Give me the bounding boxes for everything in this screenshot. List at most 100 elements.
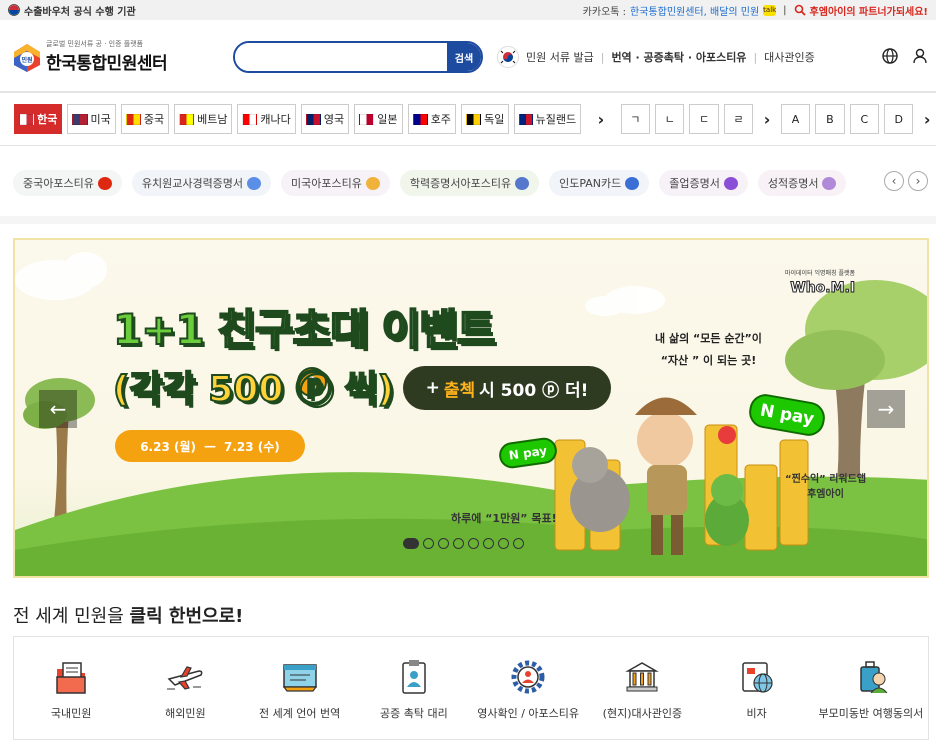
review-line-1: “찐수익” 리워드앱 bbox=[785, 474, 867, 485]
latin-index-button[interactable]: C bbox=[849, 104, 880, 134]
banner-dot[interactable] bbox=[423, 538, 434, 549]
nav-issue-link[interactable]: 민원 서류 발급 bbox=[526, 49, 594, 65]
logo-subtitle: 글로벌 민원서류 공 · 인증 플랫폼 bbox=[46, 40, 144, 48]
country-next-arrow[interactable]: › bbox=[592, 110, 610, 129]
search-button[interactable]: 검색 bbox=[447, 43, 481, 71]
banner-dot[interactable] bbox=[468, 538, 479, 549]
logo-text: 글로벌 민원서류 공 · 인증 플랫폼 한국통합민원센터 bbox=[46, 39, 168, 74]
export-voucher-badge[interactable]: 수출바우처 공식 수행 기관 bbox=[8, 3, 136, 18]
chip-label: 미국아포스티유 bbox=[291, 177, 362, 190]
banner-prev-button[interactable]: ← bbox=[39, 390, 77, 428]
date-dash: — bbox=[204, 439, 216, 453]
country-tab[interactable]: 영국 bbox=[300, 104, 350, 134]
popular-chip[interactable]: 인도PAN카드 bbox=[549, 170, 650, 196]
country-tab-label: 뉴질랜드 bbox=[535, 113, 577, 126]
chip-label: 성적증명서 bbox=[767, 177, 819, 190]
country-tab[interactable]: 중국 bbox=[120, 104, 170, 134]
kakao-channel-link[interactable]: 한국통합민원센터, 배달의 민원 bbox=[630, 3, 759, 18]
medal-icon bbox=[365, 176, 380, 190]
banner-goal: 하루에 “1만원” 목표! bbox=[451, 512, 557, 525]
partner-link[interactable]: 후엠아이의 파트너가되세요! bbox=[810, 3, 928, 18]
banner-date: 6.23 (월) — 7.23 (수) bbox=[115, 430, 305, 462]
country-tab[interactable]: 뉴질랜드 bbox=[514, 104, 582, 134]
hangul-index-button[interactable]: ㄴ bbox=[655, 104, 685, 134]
quote-line-2: “자산 ” 이 되는 곳! bbox=[660, 354, 757, 367]
globe-icon[interactable] bbox=[882, 48, 898, 64]
latin-index-button[interactable]: A bbox=[780, 104, 811, 134]
airplane-icon bbox=[167, 666, 203, 690]
banner-dot[interactable] bbox=[498, 538, 509, 549]
country-flag-icon bbox=[72, 113, 88, 125]
popular-chip[interactable]: 중국아포스티유 bbox=[13, 170, 122, 196]
nav-embassy-link[interactable]: 대사관인증 bbox=[764, 49, 815, 65]
service-menu: 국내민원 해외민원 전 세계 언어 번역 공증 촉탁 대리 영사확인 / 아포스티유 (현… bbox=[13, 636, 929, 740]
service-item[interactable]: 영사확인 / 아포스티유 bbox=[471, 637, 585, 739]
banner-dot[interactable] bbox=[483, 538, 494, 549]
country-tab[interactable]: 미국 bbox=[67, 104, 116, 134]
hangul-index-button[interactable]: ㄱ bbox=[620, 104, 651, 134]
nav-translation-link[interactable]: 번역 · 공증촉탁 · 아포스티유 bbox=[611, 49, 746, 65]
china-flag-icon bbox=[97, 176, 112, 190]
service-item[interactable]: 부모미동반 여행동의서 bbox=[814, 637, 928, 739]
logo-badge-text: 민원 bbox=[21, 56, 32, 64]
latin-next-arrow[interactable]: › bbox=[918, 110, 936, 129]
notary-badge-icon bbox=[402, 660, 426, 694]
latin-index-button[interactable]: D bbox=[884, 104, 914, 134]
country-flag-icon bbox=[519, 113, 533, 125]
country-tab[interactable]: 호주 bbox=[407, 104, 456, 134]
service-label: 국내민원 bbox=[50, 707, 92, 720]
service-item[interactable]: 공증 촉탁 대리 bbox=[357, 637, 471, 739]
card-icon bbox=[625, 176, 640, 190]
chip-next-button[interactable]: › bbox=[908, 171, 928, 191]
popular-chip[interactable]: 유치원교사경력증명서 bbox=[131, 170, 272, 196]
country-tab[interactable]: 독일 bbox=[460, 104, 510, 134]
search-box: 검색 bbox=[233, 41, 483, 73]
service-item[interactable]: (현지)대사관인증 bbox=[585, 637, 699, 739]
hangul-index-button[interactable]: ㄷ bbox=[689, 104, 719, 134]
country-flag-icon bbox=[19, 113, 35, 125]
service-label: 비자 bbox=[746, 707, 767, 720]
country-tab-label: 중국 bbox=[143, 113, 165, 126]
graduation-icon bbox=[515, 176, 530, 190]
country-flag-icon bbox=[242, 113, 258, 125]
banner-dot[interactable] bbox=[438, 538, 449, 549]
popular-chip[interactable]: 학력증명서아포스티유 bbox=[399, 170, 540, 196]
kakao-talk-icon[interactable]: talk bbox=[763, 4, 776, 16]
popular-chip[interactable]: 성적증명서 bbox=[757, 170, 847, 196]
service-item[interactable]: 해외민원 bbox=[128, 637, 242, 739]
search-input[interactable] bbox=[235, 43, 447, 71]
service-label: 공증 촉탁 대리 bbox=[380, 707, 448, 720]
hangul-next-arrow[interactable]: › bbox=[758, 110, 776, 129]
topbar-right: 카카오톡 : 한국통합민원센터, 배달의 민원 talk | 후엠아이의 파트너… bbox=[583, 3, 928, 18]
banner-dot[interactable] bbox=[453, 538, 464, 549]
pill-text: 시 500 ⓟ 더! bbox=[479, 380, 589, 401]
whomi-tagline: 마이데이터 익명매칭 플랫폼 bbox=[785, 270, 856, 277]
country-tab[interactable]: 베트남 bbox=[174, 104, 233, 134]
kakao-label: 카카오톡 : bbox=[582, 6, 627, 18]
banner-dot[interactable] bbox=[513, 538, 524, 549]
quote-line-1: 내 삶의 “모든 순간”이 bbox=[655, 332, 762, 345]
service-label: 전 세계 언어 번역 bbox=[258, 707, 341, 720]
apostille-gear-icon bbox=[511, 660, 545, 694]
service-item[interactable]: 전 세계 언어 번역 bbox=[243, 637, 357, 739]
banner-dot[interactable] bbox=[403, 538, 419, 549]
nav-separator: | bbox=[600, 50, 605, 64]
event-banner[interactable]: P 1+1 친구초대 이벤트 (각각 500 ⓟ 씩) + 출첵 시 500 ⓟ… bbox=[13, 238, 929, 578]
service-item[interactable]: 비자 bbox=[700, 637, 814, 739]
country-tab-label: 베트남 bbox=[197, 113, 228, 126]
site-logo[interactable]: 민원 글로벌 민원서류 공 · 인증 플랫폼 한국통합민원센터 bbox=[12, 39, 168, 74]
travel-consent-icon bbox=[860, 661, 888, 694]
user-icon[interactable] bbox=[912, 48, 928, 64]
chip-prev-button[interactable]: ‹ bbox=[884, 171, 904, 191]
service-item[interactable]: 국내민원 bbox=[14, 637, 128, 739]
popular-chip[interactable]: 졸업증명서 bbox=[659, 170, 748, 196]
latin-index-button[interactable]: B bbox=[815, 104, 845, 134]
popular-chip[interactable]: 미국아포스티유 bbox=[281, 170, 390, 196]
banner-next-button[interactable]: → bbox=[867, 390, 905, 428]
section-title-bold: 클릭 한번으로! bbox=[129, 606, 244, 627]
country-tab[interactable]: 캐나다 bbox=[237, 104, 296, 134]
country-tab[interactable]: 한국 bbox=[14, 104, 63, 134]
hangul-index-button[interactable]: ㄹ bbox=[723, 104, 754, 134]
chip-label: 인도PAN카드 bbox=[559, 177, 622, 190]
country-tab[interactable]: 일본 bbox=[354, 104, 403, 134]
